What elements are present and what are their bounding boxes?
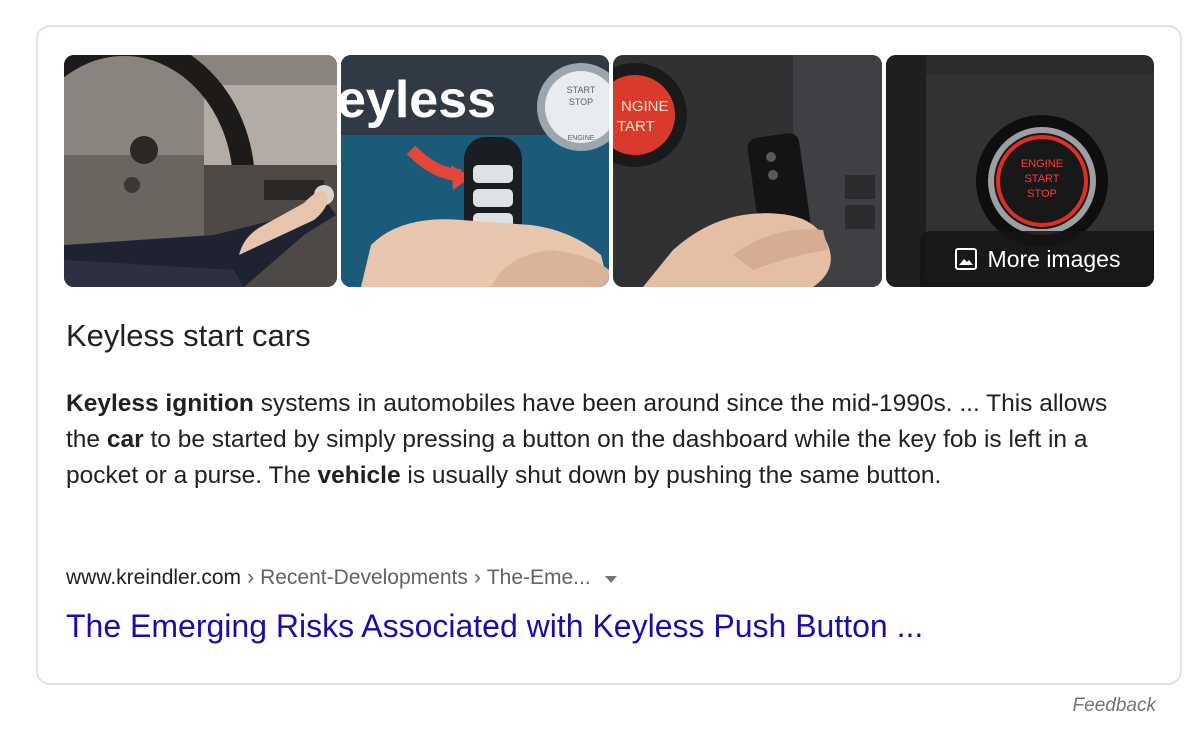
svg-text:ENGINE: ENGINE (568, 135, 595, 142)
snippet-description: Keyless ignition systems in automobiles … (66, 386, 1146, 494)
car-dashboard-photo (64, 55, 337, 287)
result-link[interactable]: The Emerging Risks Associated with Keyle… (66, 608, 923, 645)
description-bold: car (106, 426, 144, 453)
svg-text:TART: TART (617, 118, 655, 135)
description-bold: vehicle (317, 462, 401, 489)
description-text: is usually shut down by pushing the same… (400, 462, 942, 489)
cite-path: The-Eme... (486, 566, 591, 589)
svg-text:STOP: STOP (569, 97, 593, 107)
image-strip: eyless START STOP ENGINE NGINE TART ENGI… (64, 55, 1154, 287)
svg-text:STOP: STOP (1027, 188, 1057, 200)
image-icon (954, 248, 977, 270)
snippet-title: Keyless start cars (66, 318, 311, 353)
breadcrumb-separator: › (247, 566, 255, 589)
description-bold: Keyless ignition (66, 390, 254, 417)
breadcrumb-separator: › (473, 566, 481, 589)
engine-start-hand-photo: NGINE TART (613, 55, 882, 287)
feedback-link[interactable]: Feedback (1073, 695, 1156, 717)
breadcrumb: www.kreindler.com › Recent-Developments … (66, 566, 617, 590)
svg-text:START: START (1024, 173, 1059, 185)
chevron-down-icon[interactable] (604, 575, 617, 583)
cite-path: Recent-Developments (260, 566, 468, 589)
thumbnail-engine-start-hand[interactable]: NGINE TART (613, 55, 882, 287)
keyless-fob-photo: eyless START STOP ENGINE (341, 55, 609, 287)
thumbnail-overlay-text: eyless (341, 71, 496, 129)
svg-text:NGINE: NGINE (621, 98, 669, 115)
more-images-button[interactable]: More images (920, 231, 1154, 287)
thumbnail-keyless-fob[interactable]: eyless START STOP ENGINE (341, 55, 609, 287)
thumbnail-car-dashboard[interactable] (64, 55, 337, 287)
cite-domain: www.kreindler.com (66, 566, 242, 589)
svg-text:ENGINE: ENGINE (1021, 158, 1063, 170)
svg-text:START: START (567, 85, 596, 95)
thumbnail-engine-start-stop[interactable]: ENGINE START STOP More images (886, 55, 1154, 287)
more-images-label: More images (987, 245, 1121, 272)
